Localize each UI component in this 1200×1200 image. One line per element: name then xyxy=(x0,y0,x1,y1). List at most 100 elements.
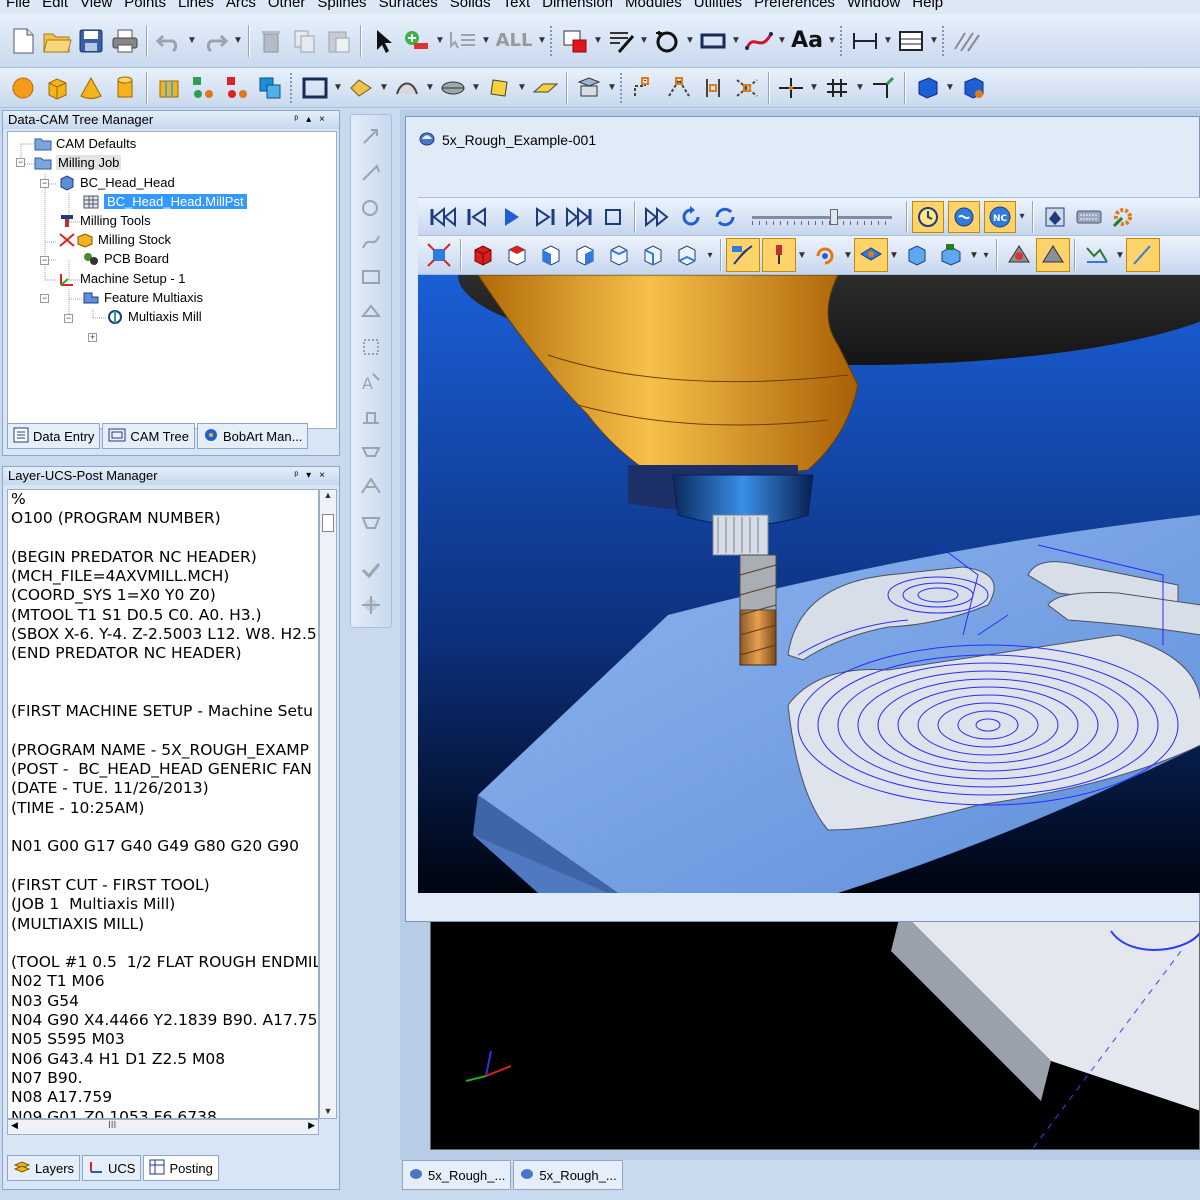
tool-engrave-icon[interactable]: A xyxy=(356,366,386,398)
window-titlebar[interactable]: 5x_Rough_Example-001 xyxy=(406,117,1199,163)
tree-item-machine[interactable]: BC_Head_Head xyxy=(58,173,175,192)
toolpath-display-icon[interactable] xyxy=(1080,238,1114,272)
toolbar-grip[interactable] xyxy=(840,25,844,56)
tree-item-milling-tools[interactable]: Milling Tools xyxy=(58,211,151,230)
undo-icon[interactable] xyxy=(152,24,186,58)
fast-forward-icon[interactable] xyxy=(640,200,674,234)
shell-dropdown[interactable]: ▼ xyxy=(516,82,528,93)
extrude-icon[interactable] xyxy=(298,71,332,105)
tool-surface-icon[interactable] xyxy=(356,471,386,503)
snap-mid-icon[interactable] xyxy=(662,71,696,105)
show-part-icon[interactable] xyxy=(900,238,934,272)
3d-viewport[interactable] xyxy=(418,275,1200,893)
rendered-mode-icon[interactable] xyxy=(1036,238,1070,272)
grid-snap-icon[interactable] xyxy=(820,71,854,105)
toolbar-grip[interactable] xyxy=(620,72,624,103)
rewind-to-start-icon[interactable] xyxy=(426,200,460,234)
undo-dropdown[interactable]: ▼ xyxy=(186,35,198,46)
cone-icon[interactable] xyxy=(74,71,108,105)
grid-snap-dropdown[interactable]: ▼ xyxy=(854,82,866,93)
step-forward-icon[interactable] xyxy=(528,200,562,234)
nc-code-view[interactable]: % O100 (PROGRAM NUMBER) (BEGIN PREDATOR NC… xyxy=(7,489,319,1119)
view-bottom-icon[interactable] xyxy=(670,238,704,272)
snap-intersect-icon[interactable] xyxy=(730,71,764,105)
copy-icon[interactable] xyxy=(288,24,322,58)
slider-thumb[interactable] xyxy=(830,208,838,225)
doc-tab-1[interactable]: 5x_Rough_... xyxy=(402,1160,512,1190)
tab-posting[interactable]: Posting xyxy=(143,1155,219,1181)
collapse-toggle[interactable]: − xyxy=(40,256,49,265)
menu-item-lines[interactable]: Lines xyxy=(178,0,214,11)
view-iso-icon[interactable] xyxy=(466,238,500,272)
tool-thread-icon[interactable] xyxy=(356,436,386,468)
stop-icon[interactable] xyxy=(596,200,630,234)
settings-gear-icon[interactable] xyxy=(1106,200,1140,234)
plane-icon[interactable] xyxy=(528,71,562,105)
panel-controls[interactable]: ᵖ▾× xyxy=(294,467,339,485)
tool-post-icon[interactable] xyxy=(356,589,386,621)
tree-item-feature-multiaxis[interactable]: Feature Multiaxis xyxy=(82,288,203,307)
menu-item-points[interactable]: Points xyxy=(124,0,166,11)
tool-pocket-icon[interactable] xyxy=(356,296,386,328)
more-dropdown[interactable]: ▾ xyxy=(704,250,716,261)
boolean-subtract-icon[interactable] xyxy=(220,71,254,105)
feature-dropdown[interactable]: ▼ xyxy=(606,82,618,93)
table-dropdown[interactable]: ▼ xyxy=(928,35,940,46)
toolbar-grip[interactable] xyxy=(550,25,554,56)
snap-end-icon[interactable] xyxy=(628,71,662,105)
collapse-toggle[interactable]: − xyxy=(40,294,49,303)
hatch-icon[interactable] xyxy=(950,24,984,58)
stock-dropdown[interactable]: ▼ xyxy=(888,250,900,261)
revolve-dropdown[interactable]: ▼ xyxy=(378,82,390,93)
tool-circle-icon[interactable] xyxy=(356,191,386,223)
collapse-toggle[interactable]: − xyxy=(40,179,49,188)
menu-item-surfaces[interactable]: Surfaces xyxy=(379,0,438,11)
trim-icon[interactable] xyxy=(866,71,900,105)
open-folder-icon[interactable] xyxy=(40,24,74,58)
boolean-intersect-icon[interactable] xyxy=(254,71,288,105)
tool-multiaxis-icon[interactable] xyxy=(356,506,386,538)
menu-item-help[interactable]: Help xyxy=(912,0,943,11)
select-all-button[interactable]: ALL xyxy=(492,24,536,58)
tree-item-machine-setup[interactable]: Machine Setup - 1 xyxy=(58,269,186,288)
solid-view-icon[interactable] xyxy=(910,71,944,105)
menu-item-edit[interactable]: Edit xyxy=(42,0,68,11)
toolbar-grip[interactable] xyxy=(942,25,946,56)
toolbar-grip[interactable] xyxy=(290,72,294,103)
menu-item-file[interactable]: File xyxy=(6,0,30,11)
view-back-icon[interactable] xyxy=(602,238,636,272)
select-list-icon[interactable] xyxy=(446,24,480,58)
render-view-icon[interactable] xyxy=(956,71,990,105)
delete-icon[interactable] xyxy=(254,24,288,58)
more-dropdown[interactable]: ▾ xyxy=(1016,211,1028,222)
menu-item-modules[interactable]: Modules xyxy=(625,0,682,11)
tool-axis-icon[interactable] xyxy=(1126,238,1160,272)
rectangle-icon[interactable] xyxy=(696,24,730,58)
color-dropdown[interactable]: ▼ xyxy=(592,35,604,46)
menu-item-other[interactable]: Other xyxy=(268,0,306,11)
show-tool-icon[interactable] xyxy=(762,238,796,272)
save-icon[interactable] xyxy=(74,24,108,58)
spline-icon[interactable] xyxy=(742,24,776,58)
new-file-icon[interactable] xyxy=(6,24,40,58)
menu-item-solids[interactable]: Solids xyxy=(450,0,491,11)
table-icon[interactable] xyxy=(894,24,928,58)
tree-item-post-file[interactable]: BC_Head_Head.MillPst xyxy=(82,192,247,211)
view-top-icon[interactable] xyxy=(500,238,534,272)
sphere-icon[interactable] xyxy=(6,71,40,105)
nc-icon[interactable]: NC xyxy=(984,200,1016,233)
dimension-icon[interactable] xyxy=(848,24,882,58)
sweep-dropdown[interactable]: ▼ xyxy=(424,82,436,93)
scroll-grip[interactable]: III xyxy=(108,1120,116,1131)
tool-verify-icon[interactable] xyxy=(356,554,386,586)
doc-tab-2[interactable]: 5x_Rough_... xyxy=(513,1160,623,1190)
toolpath-dropdown[interactable]: ▼ xyxy=(1114,250,1126,261)
sweep-icon[interactable] xyxy=(390,71,424,105)
tool-profile-icon[interactable] xyxy=(356,261,386,293)
rotate-dropdown[interactable]: ▼ xyxy=(842,250,854,261)
rotate-view-icon[interactable] xyxy=(808,238,842,272)
select-arrow-icon[interactable] xyxy=(366,24,400,58)
menu-item-splines[interactable]: Splines xyxy=(317,0,366,11)
view-options-icon[interactable] xyxy=(1038,200,1072,234)
fixture-dropdown[interactable]: ▼ xyxy=(968,250,980,261)
